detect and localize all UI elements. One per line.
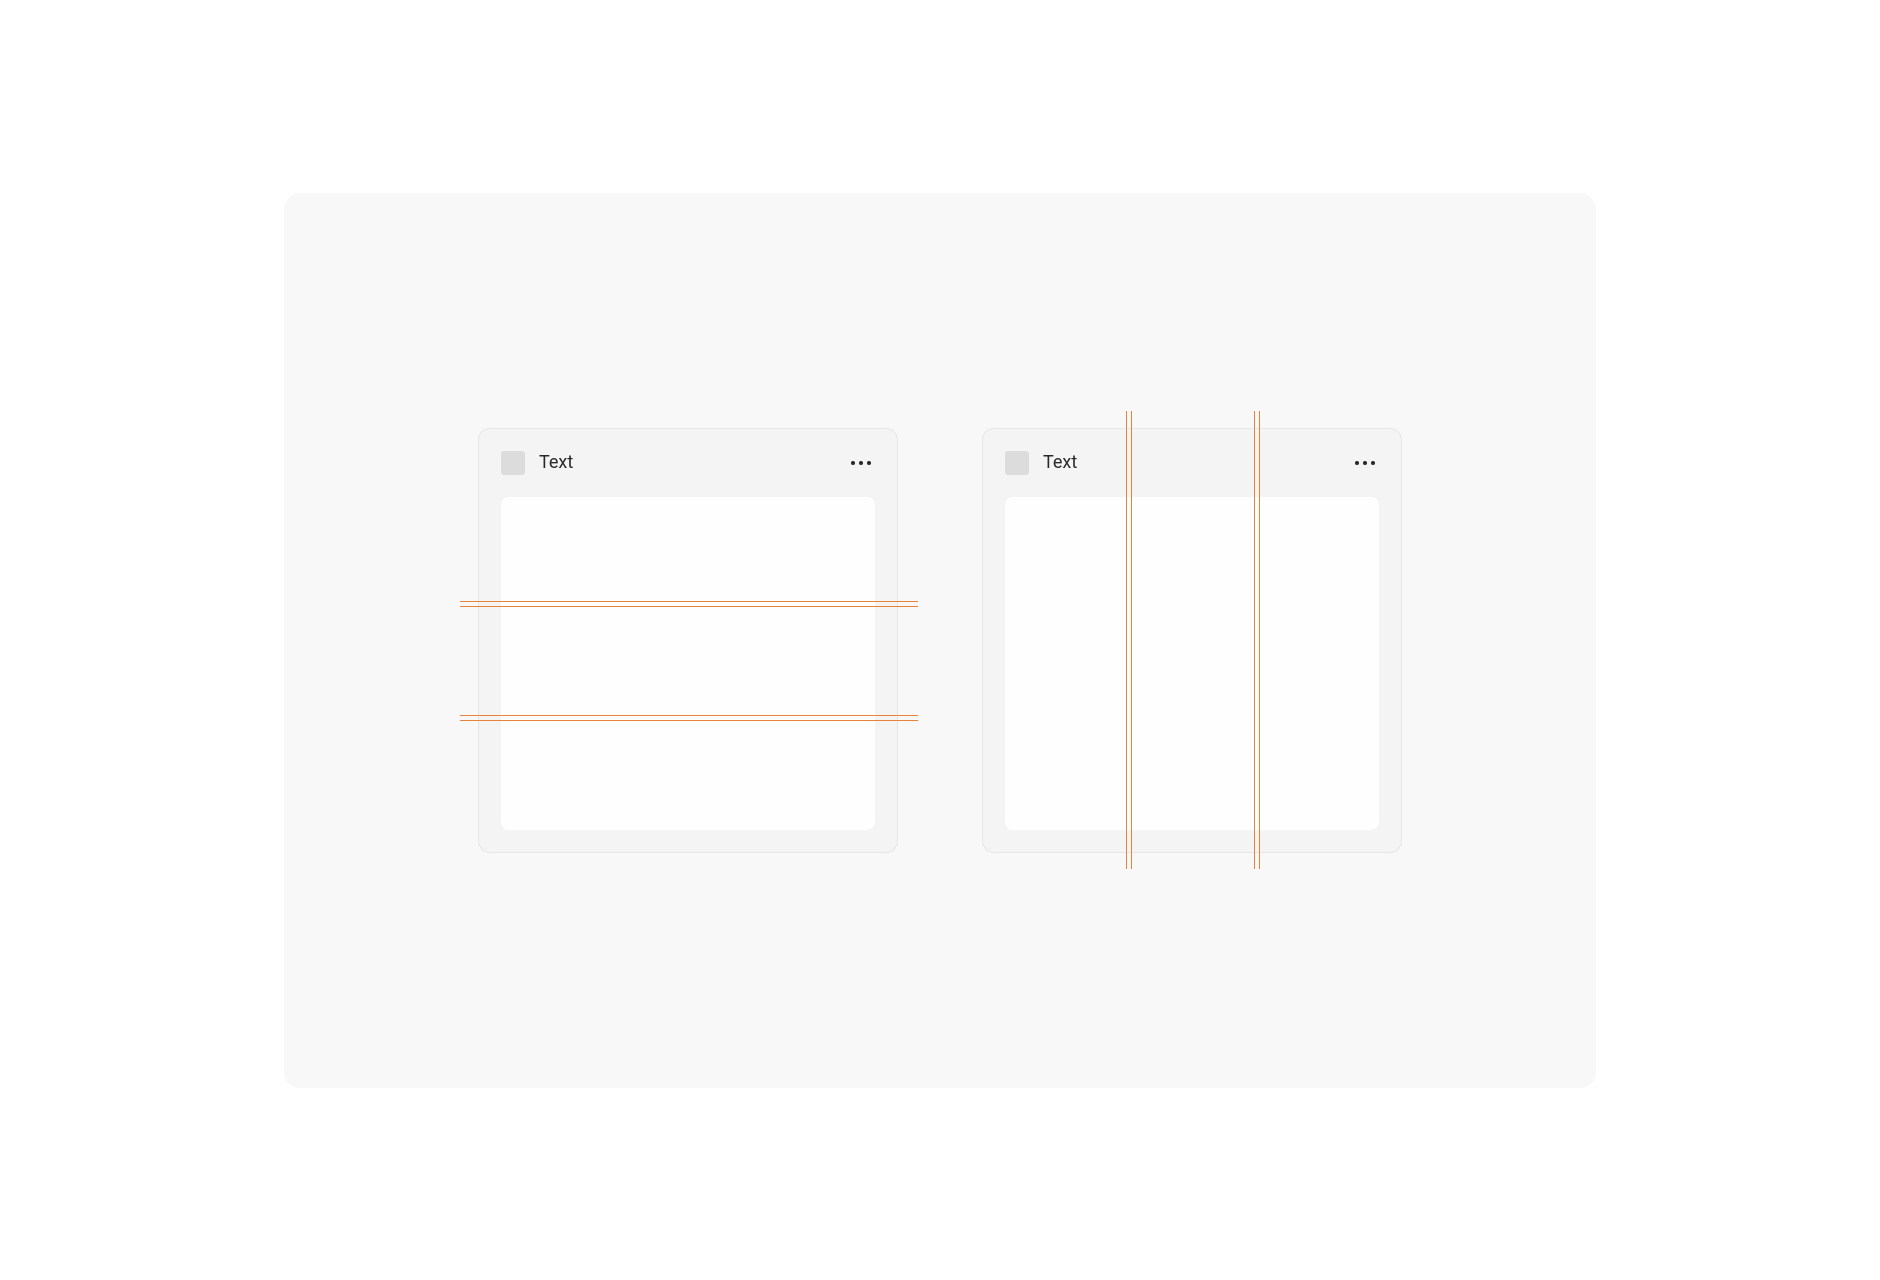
more-icon[interactable] xyxy=(847,457,875,469)
card-header-left: Text xyxy=(501,451,573,475)
card-header-left: Text xyxy=(1005,451,1077,475)
card-horizontal-guides: Text xyxy=(478,428,898,853)
card-icon-placeholder xyxy=(1005,451,1029,475)
card-body xyxy=(479,497,897,852)
content-area xyxy=(1005,497,1379,830)
card-title: Text xyxy=(539,452,573,473)
design-canvas: Text Text xyxy=(284,193,1596,1088)
card-title: Text xyxy=(1043,452,1077,473)
card-header: Text xyxy=(479,429,897,497)
more-icon[interactable] xyxy=(1351,457,1379,469)
card-header: Text xyxy=(983,429,1401,497)
card-body xyxy=(983,497,1401,852)
card-vertical-guides: Text xyxy=(982,428,1402,853)
card-icon-placeholder xyxy=(501,451,525,475)
content-area xyxy=(501,497,875,830)
